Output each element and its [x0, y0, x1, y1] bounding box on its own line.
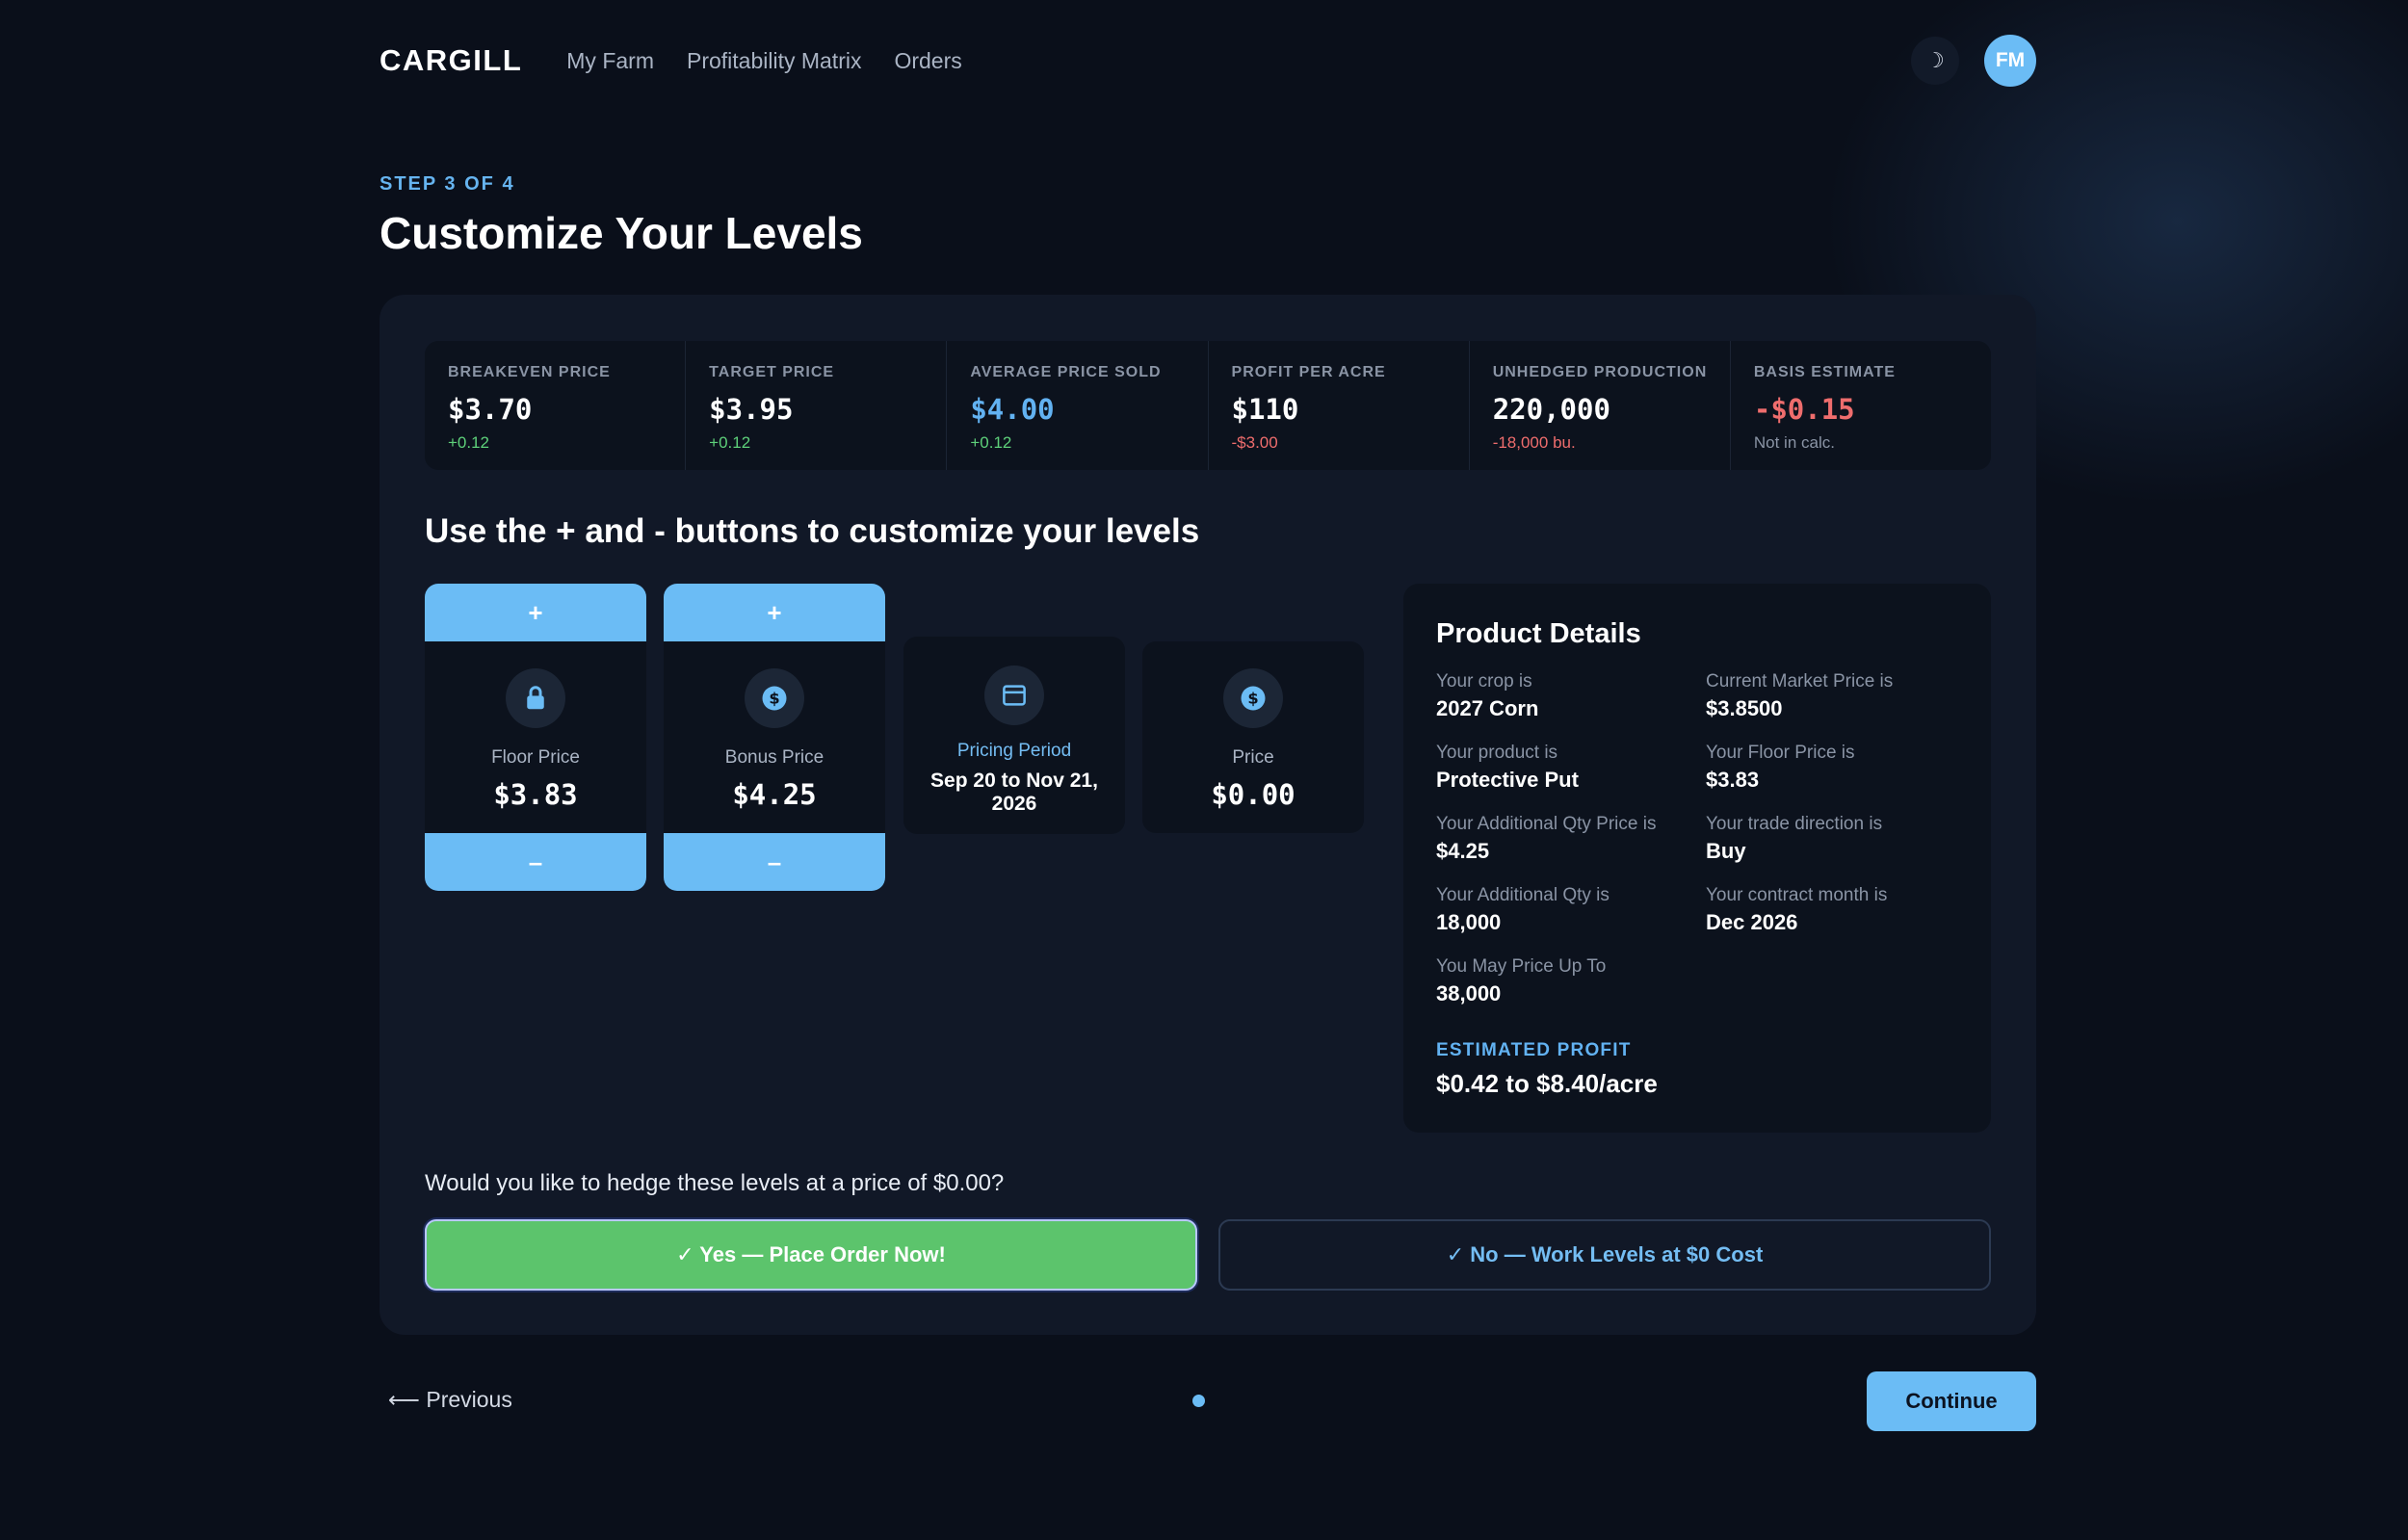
stat-value: $3.95: [709, 393, 794, 426]
stat-label: UNHEDGED PRODUCTION: [1492, 364, 1708, 380]
detail-contract-month: Your contract month is Dec 2026: [1706, 885, 1966, 935]
detail-current-market-price: Current Market Price is $3.8500: [1706, 671, 1966, 721]
stat-value: $3.70: [448, 393, 533, 426]
detail-floor-price: Your Floor Price is $3.83: [1706, 743, 1966, 793]
levels-card: BREAKEVEN PRICE $3.70 +0.12 TARGET PRICE…: [380, 295, 2036, 1335]
stat-note: Not in calc.: [1753, 433, 1835, 452]
dollar-coin-icon: $: [745, 668, 804, 728]
hedge-question: Would you like to hedge these levels at …: [425, 1170, 1005, 1196]
floor-price-display: Floor Price $3.83: [425, 641, 646, 833]
pricing-period-tile: Pricing Period Sep 20 to Nov 21, 2026: [903, 637, 1125, 834]
dollar-coin-icon: $: [1223, 668, 1283, 728]
continue-button[interactable]: Continue: [1867, 1371, 2036, 1431]
bonus-price-stepper: + $ Bonus Price $4.25 –: [664, 584, 885, 891]
stat-unhedged-production: UNHEDGED PRODUCTION 220,000 -18,000 bu.: [1470, 341, 1731, 470]
stats-strip: BREAKEVEN PRICE $3.70 +0.12 TARGET PRICE…: [425, 341, 1991, 470]
price-value: $0.00: [1211, 778, 1296, 811]
stat-value: $110: [1231, 393, 1299, 426]
step-indicator: STEP 3 OF 4: [380, 173, 515, 195]
product-details-grid: Your crop is 2027 Corn Current Market Pr…: [1436, 671, 1958, 1018]
stat-label: BASIS ESTIMATE: [1753, 364, 1896, 380]
progress-dot: [1192, 1395, 1205, 1407]
nav-profitability-matrix[interactable]: Profitability Matrix: [687, 48, 861, 74]
detail-value: $3.83: [1706, 768, 1760, 792]
stat-label: TARGET PRICE: [709, 364, 835, 380]
detail-label: You May Price Up To: [1436, 956, 1607, 977]
price-tile: $ Price $0.00: [1142, 641, 1364, 833]
nav-my-farm[interactable]: My Farm: [566, 48, 654, 74]
detail-value: $4.25: [1436, 839, 1490, 863]
svg-text:$: $: [1247, 690, 1258, 708]
instructions-heading: Use the + and - buttons to customize you…: [425, 512, 1200, 550]
stat-profit-per-acre: PROFIT PER ACRE $110 -$3.00: [1209, 341, 1470, 470]
nav-orders[interactable]: Orders: [894, 48, 961, 74]
stat-label: BREAKEVEN PRICE: [448, 364, 611, 380]
detail-label: Current Market Price is: [1706, 671, 1894, 692]
stat-target-price: TARGET PRICE $3.95 +0.12: [686, 341, 948, 470]
bonus-price-value: $4.25: [732, 778, 817, 811]
main-nav: My Farm Profitability Matrix Orders: [566, 48, 962, 74]
detail-value: Protective Put: [1436, 768, 1579, 792]
detail-trade-direction: Your trade direction is Buy: [1706, 814, 1966, 864]
product-details-title: Product Details: [1436, 618, 1641, 649]
place-order-button[interactable]: ✓ Yes — Place Order Now!: [425, 1219, 1197, 1291]
page-title: Customize Your Levels: [380, 208, 863, 258]
stat-value: -$0.15: [1753, 393, 1855, 426]
floor-price-value: $3.83: [493, 778, 578, 811]
stat-value: $4.00: [970, 393, 1055, 426]
detail-product: Your product is Protective Put: [1436, 743, 1696, 793]
bonus-price-display: $ Bonus Price $4.25: [664, 641, 885, 833]
detail-value: Buy: [1706, 839, 1746, 863]
price-label: Price: [1232, 747, 1274, 768]
detail-label: Your trade direction is: [1706, 814, 1883, 834]
pricing-period-value: Sep 20 to Nov 21, 2026: [930, 770, 1098, 815]
detail-value: $3.8500: [1706, 696, 1783, 720]
theme-toggle-moon-icon[interactable]: ☽: [1911, 37, 1959, 85]
detail-value: Dec 2026: [1706, 910, 1798, 934]
svg-text:$: $: [769, 690, 779, 708]
detail-value: 2027 Corn: [1436, 696, 1539, 720]
bonus-price-decrement-button[interactable]: –: [664, 833, 885, 891]
detail-label: Your product is: [1436, 743, 1558, 763]
floor-price-decrement-button[interactable]: –: [425, 833, 646, 891]
top-navbar: CARGILL My Farm Profitability Matrix Ord…: [380, 35, 2036, 87]
product-details-panel: Product Details Your crop is 2027 Corn C…: [1403, 584, 1991, 1133]
stat-change: +0.12: [448, 433, 490, 452]
work-levels-button[interactable]: ✓ No — Work Levels at $0 Cost: [1218, 1219, 1991, 1291]
detail-label: Your crop is: [1436, 671, 1532, 692]
detail-value: 18,000: [1436, 910, 1502, 934]
detail-additional-qty: Your Additional Qty is 18,000: [1436, 885, 1696, 935]
calendar-icon: [984, 666, 1044, 725]
lock-icon: [506, 668, 565, 728]
detail-label: Your contract month is: [1706, 885, 1888, 905]
user-avatar[interactable]: FM: [1984, 35, 2036, 87]
floor-price-label: Floor Price: [491, 747, 580, 768]
stat-breakeven-price: BREAKEVEN PRICE $3.70 +0.12: [425, 341, 687, 470]
floor-price-increment-button[interactable]: +: [425, 584, 646, 641]
detail-value: 38,000: [1436, 981, 1502, 1005]
estimated-profit-label: ESTIMATED PROFIT: [1436, 1040, 1632, 1060]
stat-value: 220,000: [1492, 393, 1610, 426]
detail-label: Your Additional Qty is: [1436, 885, 1610, 905]
detail-label: Your Additional Qty Price is: [1436, 814, 1657, 834]
stat-average-price-sold: AVERAGE PRICE SOLD $4.00 +0.12: [947, 341, 1209, 470]
brand-logo[interactable]: CARGILL: [380, 43, 522, 78]
stat-change: +0.12: [970, 433, 1012, 452]
stat-change: -$3.00: [1231, 433, 1278, 452]
floor-price-stepper: + Floor Price $3.83 –: [425, 584, 646, 891]
stat-label: AVERAGE PRICE SOLD: [970, 364, 1162, 380]
detail-label: Your Floor Price is: [1706, 743, 1855, 763]
stat-label: PROFIT PER ACRE: [1231, 364, 1386, 380]
stat-basis-estimate: BASIS ESTIMATE -$0.15 Not in calc.: [1731, 341, 1991, 470]
estimated-profit-value: $0.42 to $8.40/acre: [1436, 1069, 1658, 1098]
previous-button[interactable]: ⟵ Previous: [388, 1387, 512, 1413]
bonus-price-label: Bonus Price: [724, 747, 824, 768]
stat-change: +0.12: [709, 433, 751, 452]
bonus-price-increment-button[interactable]: +: [664, 584, 885, 641]
pricing-period-label: Pricing Period: [956, 741, 1072, 761]
stat-change: -18,000 bu.: [1492, 433, 1576, 452]
detail-additional-qty-price: Your Additional Qty Price is $4.25: [1436, 814, 1696, 864]
detail-crop: Your crop is 2027 Corn: [1436, 671, 1696, 721]
detail-price-up-to: You May Price Up To 38,000: [1436, 956, 1696, 1006]
